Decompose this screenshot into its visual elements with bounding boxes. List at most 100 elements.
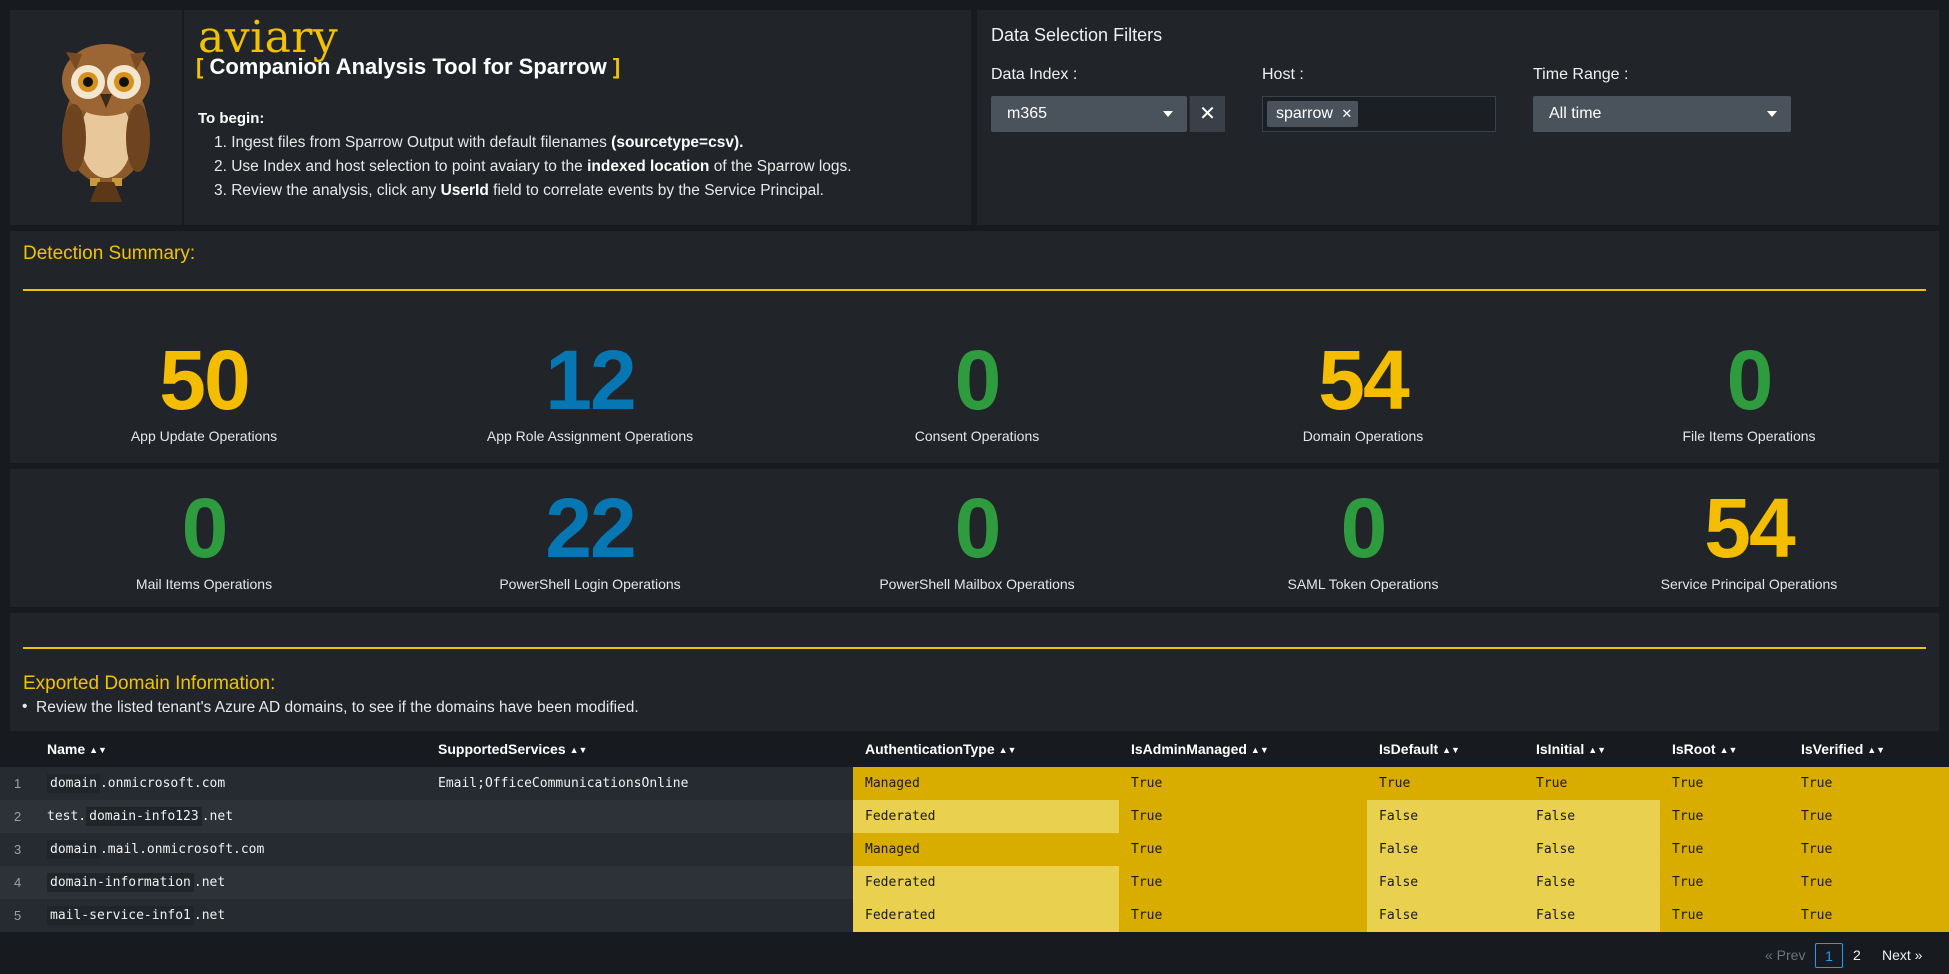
table-row[interactable]: 1 domain .onmicrosoft.com Email;OfficeCom…: [0, 767, 1949, 800]
time-range-dropdown[interactable]: All time: [1533, 96, 1791, 132]
col-header-is-initial[interactable]: IsInitial ▲▼: [1536, 731, 1606, 767]
col-header-supported-services[interactable]: SupportedServices ▲▼: [438, 731, 587, 767]
metric-powershell-mailbox[interactable]: 0 PowerShell Mailbox Operations: [797, 486, 1157, 592]
metric-domain[interactable]: 54 Domain Operations: [1183, 338, 1543, 444]
metric-label: PowerShell Mailbox Operations: [879, 576, 1075, 592]
prev-page-link[interactable]: « Prev: [1765, 943, 1805, 968]
host-chip-label: sparrow: [1276, 105, 1333, 122]
cell-auth-type[interactable]: Federated: [853, 899, 1119, 932]
cell-is-initial[interactable]: False: [1524, 833, 1660, 866]
row-number: 3: [14, 842, 22, 857]
instructions-list: 1. Ingest files from Sparrow Output with…: [214, 131, 852, 203]
cell-is-admin-managed[interactable]: True: [1119, 866, 1367, 899]
cell-is-root[interactable]: True: [1660, 899, 1789, 932]
cell-name[interactable]: test. domain-info123 .net: [35, 800, 438, 833]
table-header: Name ▲▼ SupportedServices ▲▼ Authenticatio…: [0, 731, 1949, 767]
col-header-is-default[interactable]: IsDefault ▲▼: [1379, 731, 1460, 767]
cell-auth-type[interactable]: Managed: [853, 833, 1119, 866]
next-page-link[interactable]: Next »: [1882, 943, 1922, 968]
col-header-authentication-type[interactable]: AuthenticationType ▲▼: [865, 731, 1016, 767]
sort-icon: ▲▼: [569, 745, 588, 755]
cell-is-verified[interactable]: True: [1789, 866, 1949, 899]
metric-value: 0: [1726, 333, 1774, 427]
remove-chip-icon[interactable]: ✕: [1341, 106, 1352, 121]
detection-summary-row2: 0 Mail Items Operations 22 PowerShell Lo…: [10, 469, 1939, 607]
sort-icon: ▲▼: [89, 745, 107, 755]
col-header-is-root[interactable]: IsRoot ▲▼: [1672, 731, 1737, 767]
metric-file-items[interactable]: 0 File Items Operations: [1569, 338, 1929, 444]
app-subtitle: [ Companion Analysis Tool for Sparrow ]: [196, 54, 621, 79]
cell-supported-services[interactable]: Email;OfficeCommunicationsOnline: [426, 767, 853, 800]
table-row[interactable]: 3 domain .mail.onmicrosoft.com Managed Tr…: [0, 833, 1949, 866]
col-header-is-admin-managed[interactable]: IsAdminManaged ▲▼: [1131, 731, 1269, 767]
cell-name[interactable]: domain-information .net: [35, 866, 438, 899]
metric-powershell-login[interactable]: 22 PowerShell Login Operations: [410, 486, 770, 592]
cell-is-root[interactable]: True: [1660, 833, 1789, 866]
cell-is-initial[interactable]: True: [1524, 767, 1660, 800]
sort-icon: ▲▼: [1250, 745, 1269, 755]
cell-is-verified[interactable]: True: [1789, 833, 1949, 866]
sort-icon: ▲▼: [1867, 745, 1886, 755]
page-2-button[interactable]: 2: [1853, 943, 1861, 968]
page-1-button[interactable]: 1: [1815, 943, 1843, 968]
cell-auth-type[interactable]: Managed: [853, 767, 1119, 800]
col-header-name[interactable]: Name ▲▼: [47, 731, 107, 767]
cell-is-verified[interactable]: True: [1789, 899, 1949, 932]
cell-is-root[interactable]: True: [1660, 800, 1789, 833]
time-range-label: Time Range :: [1533, 66, 1629, 83]
metric-value: 0: [181, 481, 229, 575]
host-multiselect[interactable]: sparrow ✕: [1262, 96, 1496, 132]
cell-supported-services[interactable]: [426, 833, 853, 866]
section-divider: [23, 647, 1926, 649]
cell-supported-services[interactable]: [426, 899, 853, 932]
cell-supported-services[interactable]: [426, 866, 853, 899]
cell-is-default[interactable]: False: [1367, 833, 1524, 866]
metric-app-update[interactable]: 50 App Update Operations: [24, 338, 384, 444]
table-row[interactable]: 4 domain-information .net Federated True …: [0, 866, 1949, 899]
metric-saml-token[interactable]: 0 SAML Token Operations: [1183, 486, 1543, 592]
cell-is-admin-managed[interactable]: True: [1119, 800, 1367, 833]
row-number: 1: [14, 776, 22, 791]
row-number: 2: [14, 809, 22, 824]
cell-name[interactable]: domain .mail.onmicrosoft.com: [35, 833, 438, 866]
cell-is-verified[interactable]: True: [1789, 800, 1949, 833]
pagination-bar: « Prev 1 2 Next »: [0, 936, 1949, 974]
cell-is-root[interactable]: True: [1660, 767, 1789, 800]
cell-is-default[interactable]: False: [1367, 866, 1524, 899]
table-row[interactable]: 5 mail-service-info1 .net Federated True …: [0, 899, 1949, 932]
table-row[interactable]: 2 test. domain-info123 .net Federated True…: [0, 800, 1949, 833]
cell-is-default[interactable]: False: [1367, 899, 1524, 932]
data-index-dropdown[interactable]: m365: [991, 96, 1187, 132]
cell-auth-type[interactable]: Federated: [853, 866, 1119, 899]
cell-is-admin-managed[interactable]: True: [1119, 767, 1367, 800]
metric-label: Consent Operations: [914, 428, 1040, 444]
metric-label: Service Principal Operations: [1660, 576, 1838, 592]
logo-panel: [10, 10, 182, 225]
col-header-is-verified[interactable]: IsVerified ▲▼: [1801, 731, 1885, 767]
instruction-step: 2. Use Index and host selection to point…: [214, 158, 852, 175]
metric-app-role-assignment[interactable]: 12 App Role Assignment Operations: [410, 338, 770, 444]
cell-is-root[interactable]: True: [1660, 866, 1789, 899]
metric-mail-items[interactable]: 0 Mail Items Operations: [24, 486, 384, 592]
caret-down-icon: [1767, 111, 1777, 117]
cell-is-admin-managed[interactable]: True: [1119, 833, 1367, 866]
cell-is-initial[interactable]: False: [1524, 800, 1660, 833]
cell-is-admin-managed[interactable]: True: [1119, 899, 1367, 932]
cell-supported-services[interactable]: [426, 800, 853, 833]
begin-label: To begin:: [198, 110, 265, 127]
cell-is-initial[interactable]: False: [1524, 899, 1660, 932]
cell-auth-type[interactable]: Federated: [853, 800, 1119, 833]
filters-panel: Data Selection Filters Data Index : m365…: [977, 10, 1939, 225]
metric-consent[interactable]: 0 Consent Operations: [797, 338, 1157, 444]
cell-is-default[interactable]: True: [1367, 767, 1524, 800]
cell-name[interactable]: mail-service-info1 .net: [35, 899, 438, 932]
metric-label: App Role Assignment Operations: [486, 428, 694, 444]
domain-info-panel: Exported Domain Information: Review the …: [10, 613, 1939, 731]
cell-is-initial[interactable]: False: [1524, 866, 1660, 899]
metric-service-principal[interactable]: 54 Service Principal Operations: [1569, 486, 1929, 592]
cell-name[interactable]: domain .onmicrosoft.com: [35, 767, 438, 800]
cell-is-verified[interactable]: True: [1789, 767, 1949, 800]
clear-index-button[interactable]: ✕: [1189, 96, 1225, 132]
cell-is-default[interactable]: False: [1367, 800, 1524, 833]
metric-label: App Update Operations: [130, 428, 278, 444]
